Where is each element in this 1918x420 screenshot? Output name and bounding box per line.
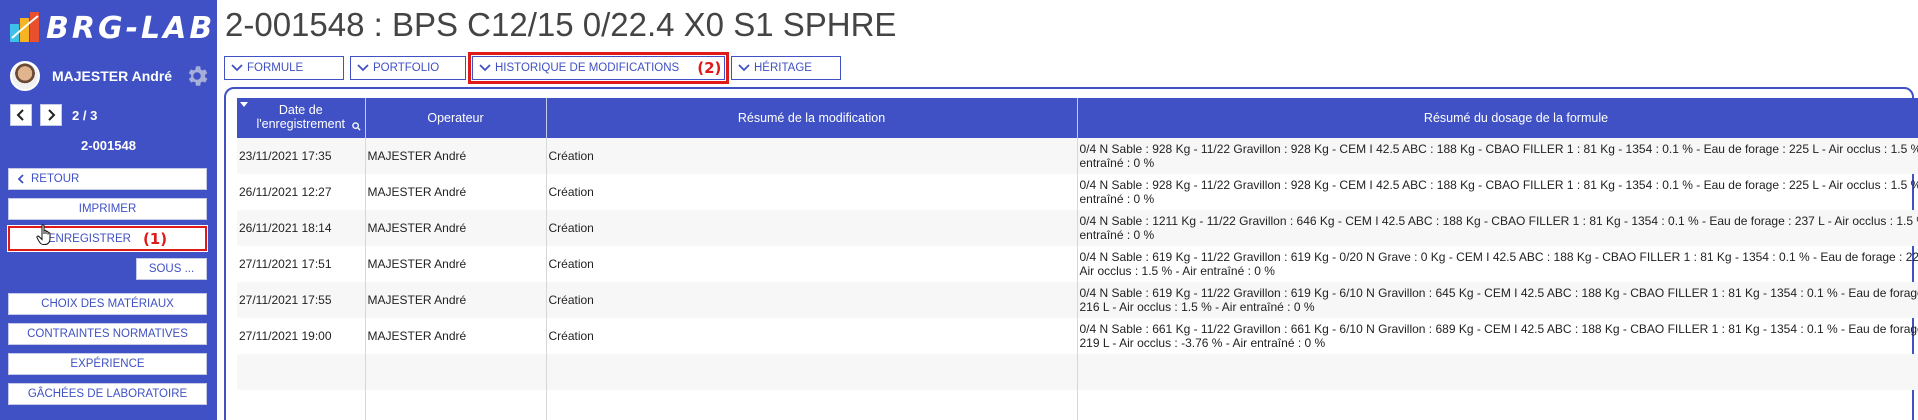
- user-block: MAJESTER André: [10, 60, 210, 92]
- history-table: Date de l'enregistrement Operateur Résum…: [237, 98, 1918, 420]
- table-row[interactable]: 26/11/2021 12:27 MAJESTER André Création 0/…: [237, 174, 1918, 210]
- cell-dosage-summary: 0/4 N Sable : 928 Kg - 11/22 Gravillon :…: [1077, 138, 1918, 174]
- lab-batches-label: GÂCHÉES DE LABORATOIRE: [27, 388, 188, 400]
- cell-dosage-summary: 0/4 N Sable : 661 Kg - 11/22 Gravillon :…: [1077, 318, 1918, 354]
- sidebar: BRG-LAB MAJESTER André 2 / 3 2-001548 RE…: [0, 0, 217, 420]
- cell-date: 23/11/2021 17:35: [237, 138, 366, 174]
- app: { "app": { "logo_text": "BRG-LAB" }, "us…: [0, 0, 1918, 420]
- cell-date: 27/11/2021 17:55: [237, 282, 366, 318]
- empty-cell: [1077, 354, 1918, 390]
- cell-operator: MAJESTER André: [365, 318, 547, 354]
- cell-dosage-summary: 0/4 N Sable : 1211 Kg - 11/22 Gravillon …: [1077, 210, 1918, 246]
- cell-modification: Création: [546, 174, 1078, 210]
- chevron-down-icon: [479, 64, 491, 72]
- tab-portfolio[interactable]: PORTFOLIO: [350, 56, 466, 80]
- lab-batches-button[interactable]: GÂCHÉES DE LABORATOIRE: [8, 383, 207, 405]
- save-as-button-label: SOUS ...: [148, 263, 195, 275]
- normative-constraints-button[interactable]: CONTRAINTES NORMATIVES: [8, 323, 207, 345]
- empty-cell: [365, 390, 547, 420]
- normative-constraints-label: CONTRAINTES NORMATIVES: [27, 328, 188, 340]
- cell-modification: Création: [546, 318, 1078, 354]
- cell-date: 27/11/2021 17:51: [237, 246, 366, 282]
- empty-cell: [237, 354, 366, 390]
- tab-inheritance-label: HÉRITAGE: [754, 62, 812, 74]
- column-header-date[interactable]: Date de l'enregistrement: [237, 98, 366, 138]
- print-button[interactable]: IMPRIMER: [8, 198, 207, 220]
- column-header-dosage-summary[interactable]: Résumé du dosage de la formule: [1077, 98, 1918, 138]
- tab-formula-label: FORMULE: [247, 62, 304, 74]
- tab-portfolio-label: PORTFOLIO: [373, 62, 440, 74]
- experience-label: EXPÉRIENCE: [70, 358, 145, 370]
- chevron-down-icon: [357, 64, 369, 72]
- search-icon[interactable]: [351, 122, 361, 131]
- chevron-left-icon: [16, 109, 24, 121]
- app-logo: BRG-LAB: [8, 8, 215, 48]
- cell-date: 26/11/2021 12:27: [237, 174, 366, 210]
- table-row[interactable]: 27/11/2021 17:55 MAJESTER André Création 0/…: [237, 282, 1918, 318]
- empty-cell: [1077, 390, 1918, 420]
- cell-dosage-summary: 0/4 N Sable : 928 Kg - 11/22 Gravillon :…: [1077, 174, 1918, 210]
- empty-table-row: [237, 390, 1918, 420]
- table-row[interactable]: 26/11/2021 18:14 MAJESTER André Création 0/…: [237, 210, 1918, 246]
- tab-inheritance[interactable]: HÉRITAGE: [731, 56, 841, 80]
- tab-bar: FORMULE PORTFOLIO HISTORIQUE DE MODIFICA…: [224, 52, 847, 84]
- page-title: 2-001548 : BPS C12/15 0/22.4 X0 S1 SPHRE: [225, 6, 897, 43]
- record-code: 2-001548: [81, 138, 136, 153]
- print-button-label: IMPRIMER: [78, 203, 137, 215]
- record-pager: 2 / 3: [10, 103, 97, 127]
- empty-table-row: [237, 354, 1918, 390]
- experience-button[interactable]: EXPÉRIENCE: [8, 353, 207, 375]
- column-header-operator[interactable]: Operateur: [365, 98, 547, 138]
- empty-cell: [546, 390, 1078, 420]
- tab-history-annotation: (2): [697, 59, 722, 77]
- previous-record-button[interactable]: [10, 104, 32, 126]
- material-choice-label: CHOIX DES MATÉRIAUX: [41, 298, 174, 310]
- user-name: MAJESTER André: [52, 68, 173, 84]
- cell-dosage-summary: 0/4 N Sable : 619 Kg - 11/22 Gravillon :…: [1077, 282, 1918, 318]
- save-annotation: (1): [142, 229, 168, 248]
- table-header-row: Date de l'enregistrement Operateur Résum…: [237, 98, 1918, 138]
- tab-modification-history[interactable]: HISTORIQUE DE MODIFICATIONS (2): [468, 52, 729, 84]
- column-header-modification-summary[interactable]: Résumé de la modification: [546, 98, 1078, 138]
- material-choice-button[interactable]: CHOIX DES MATÉRIAUX: [8, 293, 207, 315]
- back-button-label: RETOUR: [31, 173, 80, 185]
- pager-position: 2 / 3: [72, 107, 98, 123]
- cell-dosage-summary: 0/4 N Sable : 619 Kg - 11/22 Gravillon :…: [1077, 246, 1918, 282]
- save-as-button[interactable]: SOUS ...: [136, 258, 207, 280]
- chevron-down-icon: [231, 64, 243, 72]
- cell-modification: Création: [546, 246, 1078, 282]
- chevron-right-icon: [48, 109, 56, 121]
- empty-cell: [546, 354, 1078, 390]
- logo-mark-icon: [10, 12, 39, 42]
- empty-cell: [237, 390, 366, 420]
- next-record-button[interactable]: [40, 104, 62, 126]
- cell-operator: MAJESTER André: [365, 246, 547, 282]
- cell-operator: MAJESTER André: [365, 210, 547, 246]
- tab-formula[interactable]: FORMULE: [224, 56, 344, 80]
- sort-desc-icon: [240, 102, 248, 107]
- avatar[interactable]: [10, 61, 40, 91]
- hand-pointer-icon: [36, 224, 51, 245]
- save-button-label: ENREGISTRER: [47, 232, 131, 245]
- empty-cell: [365, 354, 547, 390]
- column-header-date-label: Date de l'enregistrement: [256, 103, 346, 131]
- history-grid: Date de l'enregistrement Operateur Résum…: [237, 98, 1918, 420]
- cell-date: 26/11/2021 18:14: [237, 210, 366, 246]
- tab-modification-history-label: HISTORIQUE DE MODIFICATIONS: [495, 62, 680, 74]
- cell-operator: MAJESTER André: [365, 174, 547, 210]
- gear-icon[interactable]: [184, 63, 210, 89]
- chevron-left-icon: [17, 174, 24, 184]
- cell-modification: Création: [546, 282, 1078, 318]
- chevron-down-icon: [738, 64, 750, 72]
- table-row[interactable]: 27/11/2021 17:51 MAJESTER André Création 0/…: [237, 246, 1918, 282]
- cell-modification: Création: [546, 138, 1078, 174]
- cell-modification: Création: [546, 210, 1078, 246]
- logo-text: BRG-LAB: [46, 10, 216, 46]
- cell-date: 27/11/2021 19:00: [237, 318, 366, 354]
- table-row[interactable]: 23/11/2021 17:35 MAJESTER André Création 0/…: [237, 138, 1918, 174]
- table-row[interactable]: 27/11/2021 19:00 MAJESTER André Création 0/…: [237, 318, 1918, 354]
- cell-operator: MAJESTER André: [365, 282, 547, 318]
- back-button[interactable]: RETOUR: [8, 168, 207, 190]
- cell-operator: MAJESTER André: [365, 138, 547, 174]
